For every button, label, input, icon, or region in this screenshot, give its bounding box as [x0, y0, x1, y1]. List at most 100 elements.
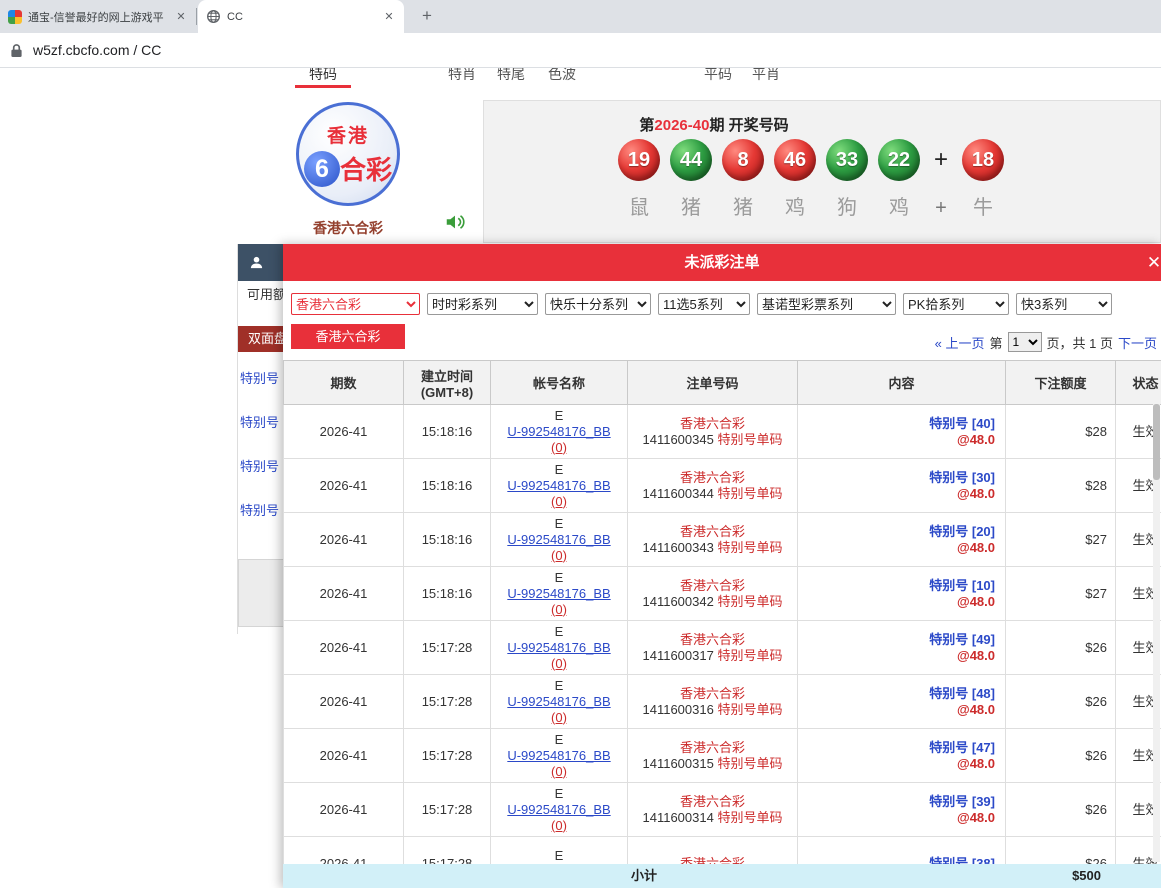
marksix-tab-button[interactable]: 香港六合彩 [291, 324, 405, 349]
lock-icon[interactable] [10, 43, 23, 58]
account-link[interactable]: U-992548176_BB [507, 586, 610, 601]
bet-odds: @48.0 [798, 810, 995, 826]
account-link[interactable]: U-992548176_BB [507, 748, 610, 763]
cell-content: 特别号 [30] @48.0 [798, 459, 1006, 513]
cell-content: 特别号 [10] @48.0 [798, 567, 1006, 621]
bet-odds: @48.0 [798, 594, 995, 610]
cell-bet-number: 香港六合彩 1411600315 特别号单码 [628, 729, 798, 783]
address-bar[interactable]: w5zf.cbcfo.com / CC [0, 33, 1161, 68]
cell-time: 15:18:16 [404, 459, 491, 513]
draw-period: 2026-40 [654, 117, 709, 134]
logo-text-bottom: 合彩 [340, 150, 392, 187]
plus-sign: + [930, 139, 952, 181]
bet-table-body: 2026-41 15:18:16 E U-992548176_BB (0) 香港… [284, 405, 1161, 865]
account-count-link[interactable]: (0) [551, 764, 567, 779]
account-count-link[interactable]: (0) [551, 494, 567, 509]
modal-header: 未派彩注单 ✕ [283, 244, 1161, 281]
filter-select-marksix[interactable]: 香港六合彩 [291, 293, 420, 315]
cell-bet-number: 香港六合彩 1411600316 特别号单码 [628, 675, 798, 729]
screen: 通宝-信誉最好的网上游戏平 ✕ CC ✕ + w5zf.cbcfo.com / … [0, 0, 1161, 888]
bet-odds: @48.0 [798, 432, 995, 448]
tab-close-icon[interactable]: ✕ [174, 10, 188, 23]
draw-title-prefix: 第 [639, 117, 654, 134]
table-row: 2026-41 15:17:28 E U-992548176_BB 香港六合彩 … [284, 837, 1161, 865]
table-row: 2026-41 15:18:16 E U-992548176_BB (0) 香港… [284, 567, 1161, 621]
filter-select-keno[interactable]: 基诺型彩票系列 [757, 293, 896, 315]
cell-time: 15:17:28 [404, 783, 491, 837]
zodiac-label: 猪 [670, 195, 712, 221]
account-link[interactable]: U-992548176_BB [507, 424, 610, 439]
bet-type: 特别号单码 [717, 432, 782, 447]
table-row: 2026-41 15:18:16 E U-992548176_BB (0) 香港… [284, 405, 1161, 459]
zodiac-label: 猪 [722, 195, 764, 221]
account-agent: E [491, 516, 627, 532]
account-count-link[interactable]: (0) [551, 602, 567, 617]
account-link[interactable]: U-992548176_BB [507, 694, 610, 709]
account-link[interactable]: U-992548176_BB [507, 640, 610, 655]
speaker-icon[interactable] [444, 211, 466, 233]
zodiac-label: 牛 [962, 195, 1004, 221]
table-row: 2026-41 15:17:28 E U-992548176_BB (0) 香港… [284, 621, 1161, 675]
bet-lottery-name: 香港六合彩 [628, 632, 797, 648]
bet-pick: 特别号 [49] [798, 632, 995, 648]
zodiac-row: 鼠 猪 猪 鸡 狗 鸡 + 牛 [618, 195, 1004, 221]
bet-odds: @48.0 [798, 486, 995, 502]
url-text[interactable]: w5zf.cbcfo.com / CC [33, 42, 161, 58]
cell-content: 特别号 [49] @48.0 [798, 621, 1006, 675]
table-scrollbar[interactable] [1153, 404, 1160, 862]
bet-pick: 特别号 [48] [798, 686, 995, 702]
bet-number: 1411600343 [643, 540, 714, 555]
filter-select-k3[interactable]: 快3系列 [1016, 293, 1112, 315]
account-link[interactable]: U-992548176_BB [507, 532, 610, 547]
filter-select-klsf[interactable]: 快乐十分系列 [545, 293, 651, 315]
lottery-ball: 22 [878, 139, 920, 181]
next-page-link[interactable]: 下一页 [1118, 333, 1157, 352]
table-header-row: 期数 建立时间 (GMT+8) 帐号名称 注单号码 内容 下注额度 状态 [284, 361, 1161, 405]
account-count-link[interactable]: (0) [551, 818, 567, 833]
account-link[interactable]: U-992548176_BB [507, 802, 610, 817]
prev-page-link[interactable]: « 上一页 [935, 333, 985, 352]
bet-number: 1411600345 [643, 432, 714, 447]
browser-tab-1[interactable]: 通宝-信誉最好的网上游戏平 ✕ [0, 0, 196, 33]
filter-select-pk10[interactable]: PK拾系列 [903, 293, 1009, 315]
cell-bet-number: 香港六合彩 1411600344 特别号单码 [628, 459, 798, 513]
cell-account: E U-992548176_BB (0) [491, 513, 628, 567]
bet-lottery-name: 香港六合彩 [628, 524, 797, 540]
cell-period: 2026-41 [284, 675, 404, 729]
subtotal-value: $500 [1005, 864, 1115, 888]
lottery-ball: 33 [826, 139, 868, 181]
new-tab-button[interactable]: + [416, 5, 438, 27]
zodiac-label: 鸡 [774, 195, 816, 221]
bet-type: 特别号单码 [717, 810, 782, 825]
draw-results-panel: 第2026-40期 开奖号码 19 44 8 46 33 22 + 18 鼠 猪… [483, 100, 1161, 243]
filter-select-ssc[interactable]: 时时彩系列 [427, 293, 538, 315]
account-count-link[interactable]: (0) [551, 656, 567, 671]
bet-pick: 特别号 [39] [798, 794, 995, 810]
cell-time: 15:17:28 [404, 675, 491, 729]
header-time: 建立时间 (GMT+8) [404, 361, 491, 405]
bet-type: 特别号单码 [717, 756, 782, 771]
scrollbar-thumb[interactable] [1153, 404, 1160, 480]
table-row: 2026-41 15:17:28 E U-992548176_BB (0) 香港… [284, 783, 1161, 837]
account-count-link[interactable]: (0) [551, 710, 567, 725]
cell-amount: $26 [1006, 675, 1116, 729]
account-count-link[interactable]: (0) [551, 548, 567, 563]
account-count-link[interactable]: (0) [551, 440, 567, 455]
page-number-select[interactable]: 1 [1008, 332, 1042, 352]
page-label-pre: 第 [990, 333, 1003, 352]
account-link[interactable]: U-992548176_BB [507, 478, 610, 493]
tab-close-icon[interactable]: ✕ [382, 10, 396, 23]
cell-account: E U-992548176_BB (0) [491, 567, 628, 621]
browser-tab-2[interactable]: CC ✕ [198, 0, 404, 33]
cell-period: 2026-41 [284, 783, 404, 837]
close-icon[interactable]: ✕ [1139, 244, 1161, 281]
cell-amount: $28 [1006, 459, 1116, 513]
lottery-filter-row: 香港六合彩 时时彩系列 快乐十分系列 11选5系列 基诺型彩票系列 PK拾系列 … [291, 293, 1112, 315]
bet-table: 期数 建立时间 (GMT+8) 帐号名称 注单号码 内容 下注额度 状态 202… [283, 360, 1161, 864]
lottery-ball: 8 [722, 139, 764, 181]
account-agent: E [491, 848, 627, 864]
bet-lottery-name: 香港六合彩 [628, 686, 797, 702]
filter-select-11x5[interactable]: 11选5系列 [658, 293, 750, 315]
account-agent: E [491, 678, 627, 694]
cell-period: 2026-41 [284, 837, 404, 865]
